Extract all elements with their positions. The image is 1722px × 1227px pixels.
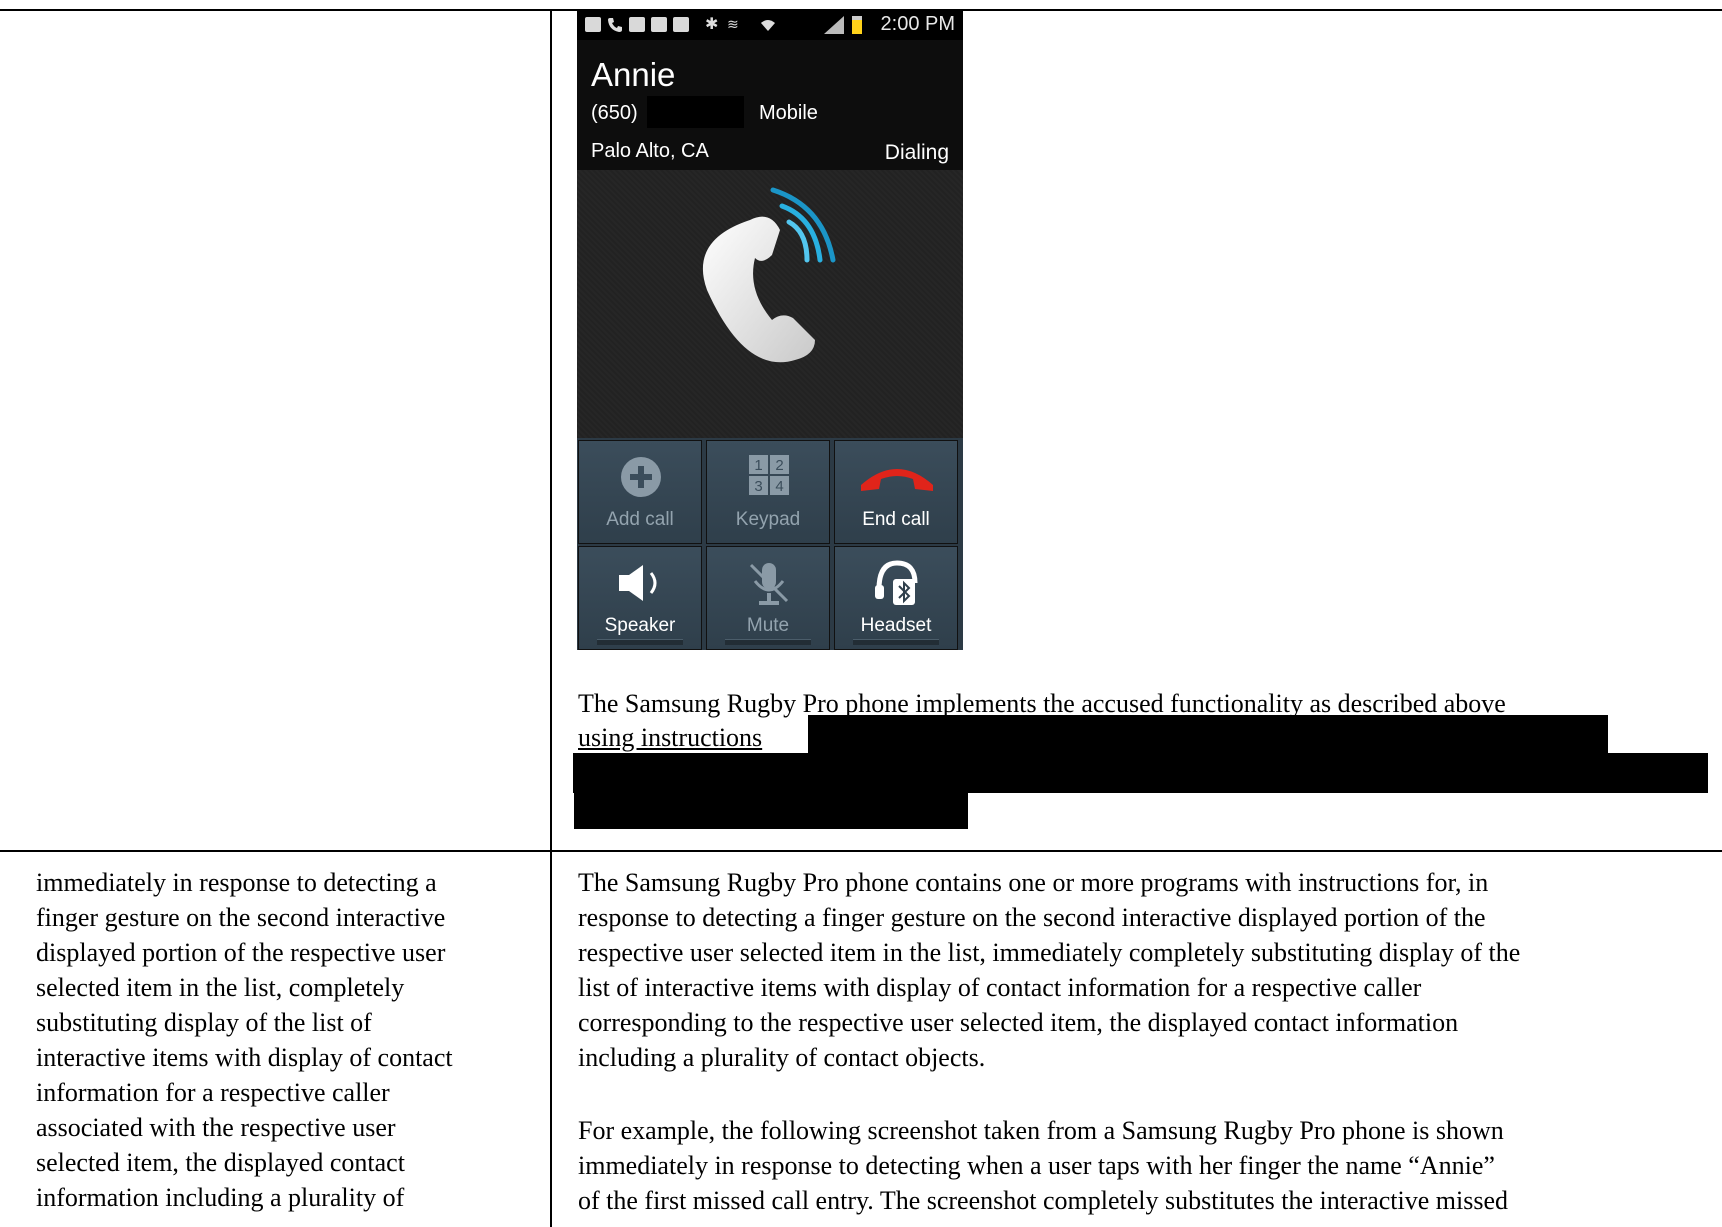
mute-label: Mute xyxy=(746,615,790,636)
right-line: For example, the following screenshot ta… xyxy=(578,1116,1504,1145)
mute-button[interactable]: Mute xyxy=(706,546,830,650)
call-status: Dialing xyxy=(884,141,949,164)
bluetooth-icon: ✱ xyxy=(705,16,719,33)
caller-info: Annie (650) Mobile Palo Alto, CA Dialing xyxy=(577,40,963,170)
top-right-line-2: using instructions xyxy=(578,723,763,752)
svg-text:2: 2 xyxy=(775,457,783,474)
end-call-label: End call xyxy=(862,509,930,530)
end-call-icon xyxy=(835,453,957,503)
headset-indicator xyxy=(853,639,939,645)
contact-number: (650) xyxy=(591,102,638,124)
mute-icon xyxy=(707,559,829,609)
contact-name[interactable]: Annie xyxy=(591,56,675,94)
right-line: including a plurality of contact objects… xyxy=(578,1043,986,1072)
left-line: displayed portion of the respective user xyxy=(36,938,446,967)
redaction-block-3 xyxy=(574,789,968,829)
vibrate-icon: ≋ xyxy=(727,16,739,32)
signal-icon xyxy=(822,16,846,34)
gallery-icon xyxy=(629,17,645,32)
contact-type: Mobile xyxy=(759,102,818,124)
keypad-icon: 1 2 3 4 xyxy=(707,453,829,503)
mute-indicator xyxy=(725,639,811,645)
add-icon xyxy=(579,453,701,503)
svg-text:1: 1 xyxy=(754,457,762,474)
media-icon xyxy=(651,17,667,32)
call-art xyxy=(577,170,963,438)
redaction-block-2 xyxy=(573,753,1708,793)
handset-icon xyxy=(702,187,836,363)
speaker-icon xyxy=(579,559,701,609)
number-redaction xyxy=(647,96,744,128)
right-line: corresponding to the respective user sel… xyxy=(578,1008,1459,1037)
status-bar: ✱ ≋ 2:00 PM xyxy=(577,10,963,40)
speaker-indicator xyxy=(597,639,683,645)
headset-button[interactable]: Headset xyxy=(834,546,958,650)
left-line: finger gesture on the second interactive xyxy=(36,903,446,932)
right-line: response to detecting a finger gesture o… xyxy=(578,903,1486,932)
phone-icon xyxy=(607,17,623,32)
left-line: associated with the respective user xyxy=(36,1113,396,1142)
notification-icon xyxy=(585,17,601,32)
status-time: 2:00 PM xyxy=(880,13,955,35)
left-line: information including a plurality of xyxy=(36,1183,405,1212)
right-line: list of interactive items with display o… xyxy=(578,973,1422,1002)
add-call-button[interactable]: Add call xyxy=(578,440,702,544)
right-line: respective user selected item in the lis… xyxy=(578,938,1521,967)
keypad-button[interactable]: 1 2 3 4 Keypad xyxy=(706,440,830,544)
left-line: selected item in the list, completely xyxy=(36,973,405,1002)
right-line: of the first missed call entry. The scre… xyxy=(578,1186,1508,1215)
speaker-button[interactable]: Speaker xyxy=(578,546,702,650)
table-column-divider xyxy=(550,9,552,1227)
svg-text:4: 4 xyxy=(775,478,783,495)
phone-screenshot: ✱ ≋ 2:00 PM Annie (650) Mobile Palo Alto… xyxy=(577,10,963,650)
keypad-label: Keypad xyxy=(735,509,801,530)
end-call-button[interactable]: End call xyxy=(834,440,958,544)
wifi-icon xyxy=(759,17,775,32)
call-controls: Add call 1 2 3 4 Keypad End call Speaker… xyxy=(577,438,963,650)
left-line: selected item, the displayed contact xyxy=(36,1148,405,1177)
table-row-divider xyxy=(0,850,1722,852)
contact-location: Palo Alto, CA xyxy=(591,140,709,162)
left-line: immediately in response to detecting a xyxy=(36,868,437,897)
svg-text:3: 3 xyxy=(754,478,762,495)
battery-icon xyxy=(852,16,862,34)
redaction-block-1 xyxy=(808,715,1608,755)
add-call-label: Add call xyxy=(606,509,674,530)
left-line: information for a respective caller xyxy=(36,1078,390,1107)
headset-icon xyxy=(835,559,957,609)
right-line: The Samsung Rugby Pro phone contains one… xyxy=(578,868,1489,897)
right-line: immediately in response to detecting whe… xyxy=(578,1151,1495,1180)
headset-label: Headset xyxy=(860,615,932,636)
left-line: substituting display of the list of xyxy=(36,1008,372,1037)
left-line: interactive items with display of contac… xyxy=(36,1043,453,1072)
message-icon xyxy=(673,17,689,32)
speaker-label: Speaker xyxy=(604,615,676,636)
